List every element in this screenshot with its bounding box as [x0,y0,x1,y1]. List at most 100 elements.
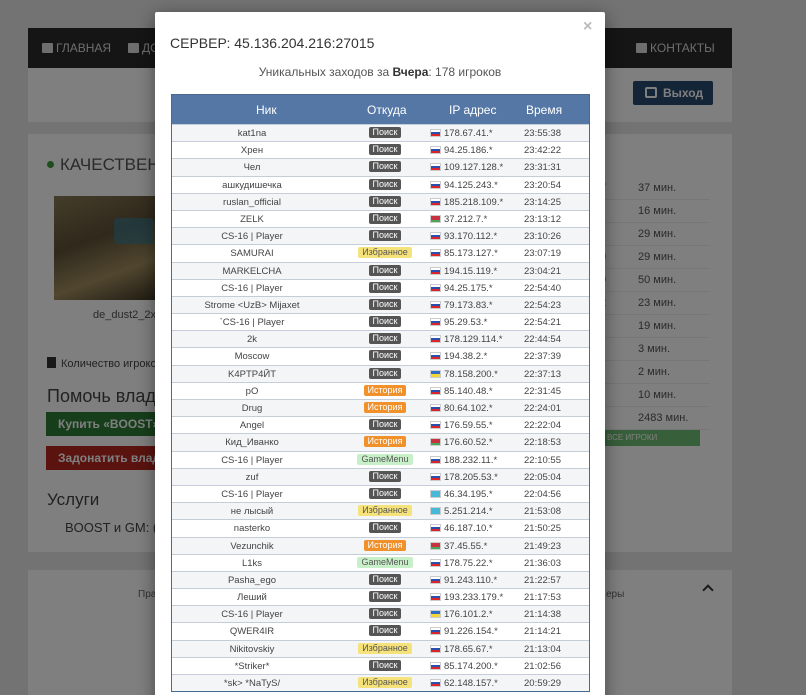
table-row: QWER4IR Поиск 91.226.154.* 21:14:21 [172,622,589,640]
visit-time: 22:37:39 [524,351,561,363]
source-badge: Избранное [358,677,412,688]
visit-time: 22:05:04 [524,471,561,483]
source-cell: Поиск [340,333,430,345]
visit-time: 22:04:56 [524,488,561,500]
source-cell: История [340,436,430,448]
visit-time: 21:13:04 [524,643,561,655]
source-badge: Поиск [368,144,402,156]
ip-address: 46.34.195.* [444,488,493,500]
source-badge: История [363,436,407,448]
source-badge: Поиск [368,487,402,499]
source-cell: Поиск [340,367,430,379]
ip-address: 5.251.214.* [444,506,493,518]
source-cell: История [340,384,430,396]
visit-time: 22:44:54 [524,334,561,346]
column-time: Время [526,103,563,117]
table-row: Vezunchik История 37.45.55.* 21:49:23 [172,536,589,554]
country-flag-icon [430,438,441,447]
visit-time: 23:42:22 [524,145,561,157]
ip-address: 95.29.53.* [444,317,488,329]
visit-time: 21:49:23 [524,540,561,552]
ip-cell: 91.243.110.* [430,575,497,586]
visits-period[interactable]: Вчера [393,65,429,79]
source-cell: Избранное [340,247,430,259]
source-badge: Избранное [358,505,412,517]
visit-time: 21:53:08 [524,506,561,518]
ip-cell: 93.170.112.* [430,231,497,242]
table-row: Pasha_ego Поиск 91.243.110.* 21:22:57 [172,570,589,589]
visit-time: 21:02:56 [524,660,561,672]
source-cell: Поиск [340,625,430,637]
visit-time: 22:54:40 [524,282,561,294]
player-nick: Кид_Иванко [225,437,279,449]
ip-cell: 37.212.7.* [430,214,487,225]
modal-title: СЕРВЕР: 45.136.204.216:27015 [170,35,375,51]
ip-address: 93.170.112.* [444,231,498,243]
source-badge: Поиск [368,333,402,345]
source-badge: Поиск [368,470,402,482]
player-nick: pO [245,385,259,397]
country-flag-icon [430,489,441,498]
table-row: 2k Поиск 178.129.114.* 22:44:54 [172,330,589,348]
source-badge: Поиск [368,316,402,328]
player-nick: Strome <UzB> Mijaxet [204,299,300,311]
source-cell: GameMenu [340,556,430,568]
source-badge: Избранное [358,247,412,259]
source-cell: Поиск [340,178,430,190]
table-row: ruslan_official Поиск 185.218.109.* 23:14:2… [172,192,589,210]
source-badge: Поиск [368,625,402,637]
source-badge: Поиск [368,264,402,276]
source-badge: История [363,539,407,551]
player-nick: *Striker* [234,660,270,672]
source-badge: Поиск [368,367,402,379]
country-flag-icon [430,318,441,327]
unique-visits-summary: Уникальных заходов за Вчера: 178 игроков [155,65,605,79]
source-badge: Поиск [368,230,402,242]
ip-cell: 85.173.127.* [430,248,498,259]
table-row: nasterko Поиск 46.187.10.* 21:50:25 [172,519,589,537]
ip-cell: 79.173.83.* [430,300,493,311]
server-visits-modal: СЕРВЕР: 45.136.204.216:27015 × Уникальны… [155,12,605,695]
visit-time: 23:14:25 [524,196,561,208]
player-nick: CS-16 | Player [221,454,283,466]
source-cell: Поиск [340,487,430,499]
ip-cell: 78.158.200.* [430,369,498,380]
column-ip: IP адрес [449,103,497,117]
visit-time: 23:20:54 [524,179,561,191]
source-badge: Поиск [368,659,402,671]
visit-time: 21:17:53 [524,592,561,604]
close-icon[interactable]: × [583,18,592,36]
ip-address: 94.25.186.* [444,145,493,157]
country-flag-icon [430,541,441,550]
table-row: Чел Поиск 109.127.128.* 23:31:31 [172,158,589,176]
country-flag-icon [430,404,441,412]
source-badge: GameMenu [357,556,413,568]
ip-address: 78.158.200.* [444,368,498,380]
ip-cell: 176.60.52.* [430,437,493,448]
player-nick: Moscow [234,351,270,363]
table-row: не лысый Избранное 5.251.214.* 21:53:08 [172,502,589,520]
country-flag-icon [430,163,441,172]
country-flag-icon [430,266,441,275]
table-row: Nikitovskiy Избранное 178.65.67.* 21:13:04 [172,639,589,657]
ip-address: 178.65.67.* [444,643,493,655]
player-nick: K4PTP4ЙТ [227,368,276,380]
table-row: Moscow Поиск 194.38.2.* 22:37:39 [172,347,589,365]
player-nick: ашкудишечка [222,179,282,191]
table-row: Кид_Иванко История 176.60.52.* 22:18:53 [172,433,589,451]
source-badge: Поиск [368,350,402,362]
source-cell: Поиск [340,161,430,173]
visit-time: 23:55:38 [524,128,561,139]
country-flag-icon [430,507,441,516]
table-row: *Striker* Поиск 85.174.200.* 21:02:56 [172,656,589,674]
player-nick: QWER4IR [229,626,275,638]
visit-time: 22:54:21 [524,317,561,329]
visit-time: 23:31:31 [524,162,561,174]
table-row: CS-16 | Player Поиск 94.25.175.* 22:54:40 [172,278,589,296]
source-cell: Поиск [340,350,430,362]
player-nick: CS-16 | Player [221,609,283,621]
source-badge: Поиск [368,195,402,207]
ip-address: 176.101.2.* [444,609,493,621]
ip-cell: 178.67.41.* [430,128,493,139]
country-flag-icon [430,180,441,189]
